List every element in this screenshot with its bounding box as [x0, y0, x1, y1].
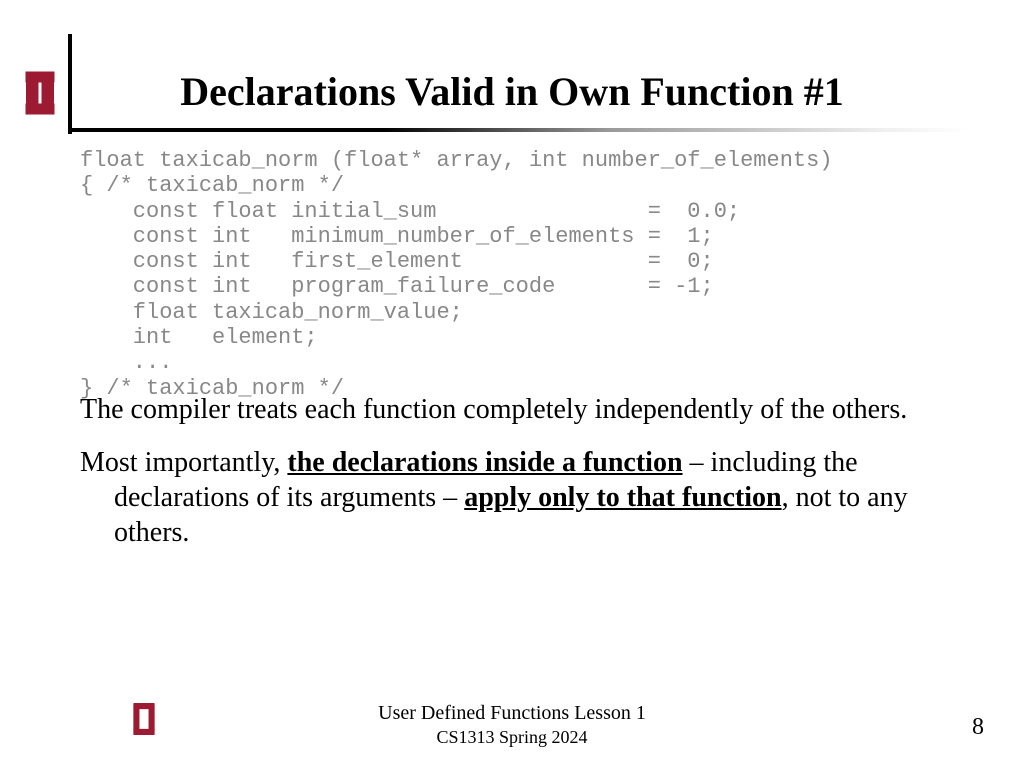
code-line: const int minimum_number_of_elements = 1… — [80, 224, 714, 249]
footer-line-1: User Defined Functions Lesson 1 — [0, 702, 1024, 725]
code-line: int element; — [80, 325, 318, 350]
code-line: const float initial_sum = 0.0; — [80, 199, 740, 224]
page-number: 8 — [972, 714, 984, 741]
text-run: Most importantly, — [80, 447, 287, 478]
code-block: float taxicab_norm (float* array, int nu… — [80, 148, 833, 401]
body-text: The compiler treats each function comple… — [80, 392, 950, 568]
footer-line-2: CS1313 Spring 2024 — [0, 727, 1024, 748]
horizontal-rule — [68, 128, 968, 132]
slide-title: Declarations Valid in Own Function #1 — [0, 68, 1024, 115]
paragraph-2: Most importantly, the declarations insid… — [80, 445, 950, 550]
code-line: ... — [80, 350, 172, 375]
emphasis-run: the declarations inside a function — [287, 447, 682, 478]
footer: User Defined Functions Lesson 1 CS1313 S… — [0, 702, 1024, 748]
code-line: float taxicab_norm_value; — [80, 300, 463, 325]
code-line: const int program_failure_code = -1; — [80, 274, 714, 299]
code-line: float taxicab_norm (float* array, int nu… — [80, 148, 833, 173]
paragraph-1: The compiler treats each function comple… — [80, 392, 950, 427]
code-line: { /* taxicab_norm */ — [80, 173, 344, 198]
emphasis-run: apply only to that function — [464, 482, 781, 513]
code-line: const int first_element = 0; — [80, 249, 714, 274]
